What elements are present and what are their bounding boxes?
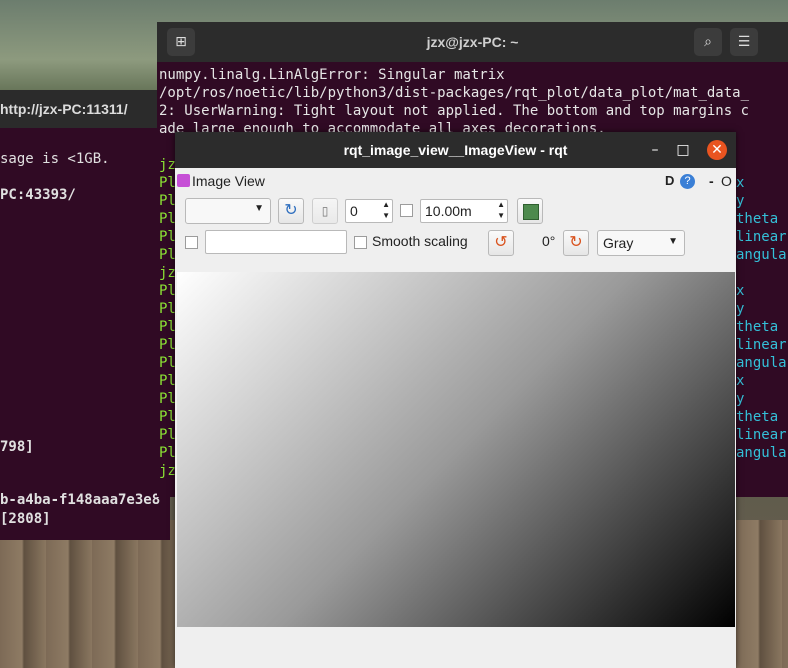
minimize-icon[interactable]: – [645,140,665,160]
rotation-label: 0° [542,233,556,249]
side-label: theta [736,319,779,335]
smooth-scaling-label: Smooth scaling [372,233,468,249]
close-icon[interactable]: ✕ [707,140,727,160]
chevron-down-icon: ▼ [668,236,678,247]
back-terminal-title[interactable]: http://jzx-PC:11311/ [0,90,170,128]
chevron-down-icon: ▼ [254,203,264,214]
menu-icon[interactable]: ☰ [730,28,758,56]
plot-prefix: Pl [159,247,176,263]
pause-button[interactable]: ▯ [312,198,338,224]
rotate-right-icon: ↻ [569,234,583,251]
new-tab-icon[interactable]: ⊞ [167,28,195,56]
plot-prefix: Pl [159,427,176,443]
dock-restore-button[interactable]: O [721,173,732,189]
side-label: theta [736,409,779,425]
prompt-fragment: jz [159,265,176,281]
plot-prefix: Pl [159,373,176,389]
back-terminal-line: [2808] [0,511,51,527]
back-terminal-line: b-a4ba-f148aaa7e3e8 [0,492,161,508]
plot-prefix: Pl [159,337,176,353]
terminal-output-line: numpy.linalg.LinAlgError: Singular matri… [159,67,505,83]
side-label: y [736,391,745,407]
help-icon[interactable]: ? [680,174,695,189]
rotate-right-button[interactable]: ↻ [563,230,589,256]
dock-minimize-button[interactable]: - [709,173,714,189]
timeout-value: 10.00m [425,203,472,219]
side-label: linear [736,337,787,353]
side-label: x [736,175,745,191]
image-view-icon [177,174,190,187]
prompt-fragment: jz [159,157,176,173]
dock-title: Image View [192,173,265,189]
side-label: angula [736,445,787,461]
side-label: angula [736,247,787,263]
publish-topic-input[interactable] [205,230,347,254]
side-label: y [736,301,745,317]
rotate-left-button[interactable]: ↺ [488,230,514,256]
plot-prefix: Pl [159,319,176,335]
side-label: linear [736,229,787,245]
smooth-scaling-checkbox[interactable] [354,236,367,249]
pause-icon: ▯ [321,204,329,218]
prompt-fragment: jz [159,463,176,479]
save-image-icon [523,204,539,220]
color-scheme-combo[interactable]: Gray ▼ [597,230,685,256]
mouse-publish-checkbox[interactable] [185,236,198,249]
refresh-topics-button[interactable]: ↻ [278,198,304,224]
topic-combo[interactable]: ▼ [185,198,271,224]
terminal-output-line: /opt/ros/noetic/lib/python3/dist-package… [159,85,750,101]
back-terminal-line: sage is <1GB. [0,151,110,167]
image-canvas[interactable] [177,272,735,627]
spin-arrows-icon[interactable]: ▲ ▼ [497,199,505,221]
spin-arrows-icon[interactable]: ▲ ▼ [382,199,390,221]
plot-prefix: Pl [159,355,176,371]
terminal-output-line: 2: UserWarning: Tight layout not applied… [159,103,750,119]
dock-detach-button[interactable]: D [665,173,674,188]
side-label: angula [736,355,787,371]
side-label: y [736,193,745,209]
rqt-image-view-window[interactable]: rqt_image_view__ImageView - rqt – □ ✕ Im… [175,132,736,668]
refresh-icon: ↻ [284,202,298,219]
side-label: theta [736,211,779,227]
frame-spinbox-value: 0 [350,203,358,219]
plot-prefix: Pl [159,301,176,317]
side-label: x [736,373,745,389]
plot-prefix: Pl [159,175,176,191]
plot-prefix: Pl [159,229,176,245]
dock-title-bar: Image View D ? - O [175,169,736,193]
frame-spinbox[interactable]: 0 ▲ ▼ [345,199,393,223]
plot-prefix: Pl [159,211,176,227]
rotate-left-icon: ↺ [494,234,508,251]
back-terminal-line: 798] [0,439,34,455]
save-image-button[interactable] [517,198,543,224]
timeout-input[interactable]: 10.00m ▲ ▼ [420,199,508,223]
side-label: linear [736,427,787,443]
plot-prefix: Pl [159,283,176,299]
plot-prefix: Pl [159,445,176,461]
timeout-checkbox[interactable] [400,204,413,217]
plot-prefix: Pl [159,193,176,209]
search-icon[interactable]: ⌕ [694,28,722,56]
plot-prefix: Pl [159,409,176,425]
back-terminal-window[interactable]: http://jzx-PC:11311/ sage is <1GB. PC:43… [0,90,170,540]
color-scheme-value: Gray [603,235,634,251]
back-terminal-line: PC:43393/ [0,187,76,203]
plot-prefix: Pl [159,391,176,407]
side-label: x [736,283,745,299]
maximize-icon[interactable]: □ [673,140,693,160]
